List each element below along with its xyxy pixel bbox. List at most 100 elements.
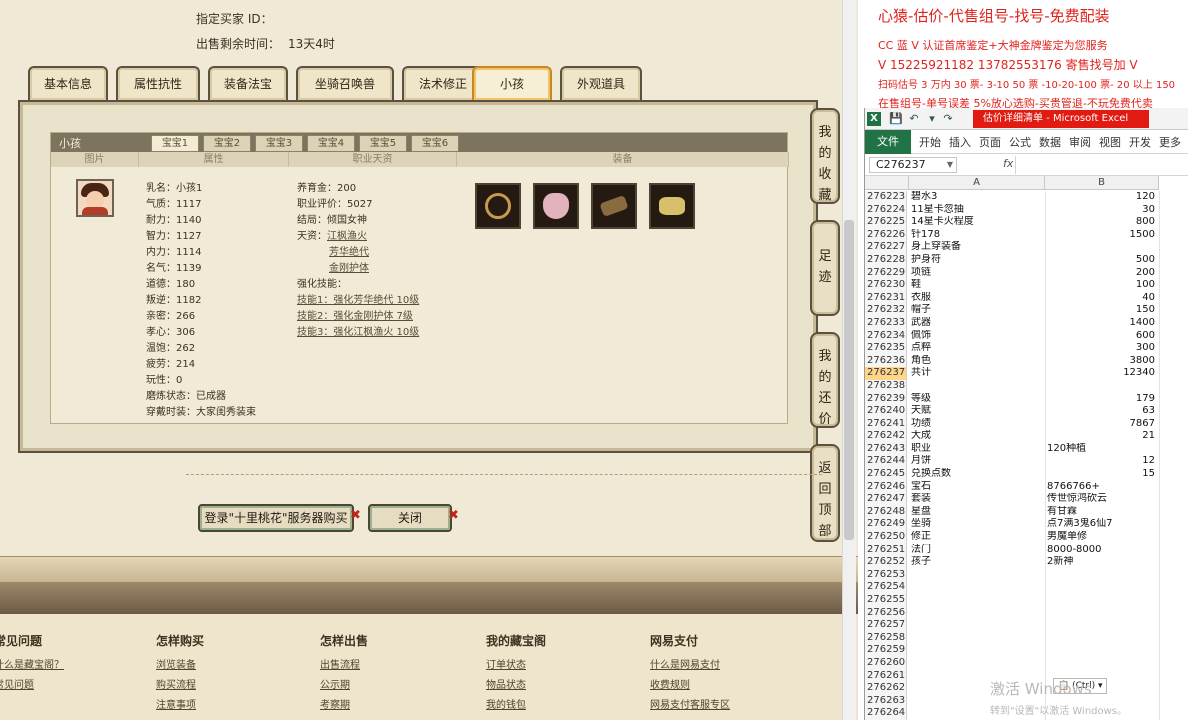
- footer-link[interactable]: 订单状态: [486, 656, 546, 676]
- page-scroll-thumb[interactable]: [844, 220, 854, 540]
- select-all-corner[interactable]: [865, 176, 909, 190]
- cell-b[interactable]: 传世惊鸿砍云: [1045, 493, 1157, 506]
- row-number[interactable]: 276235: [865, 342, 907, 355]
- cell-a[interactable]: 孩子: [909, 556, 1045, 569]
- footer-link[interactable]: 常见问题: [0, 676, 64, 696]
- my-counteroffer-button[interactable]: 我的还价: [810, 332, 840, 428]
- table-row[interactable]: 276260: [865, 656, 1188, 670]
- cell-a[interactable]: 针178: [909, 229, 1045, 242]
- footer-link[interactable]: 什么是网易支付: [650, 656, 730, 676]
- row-number[interactable]: 276260: [865, 656, 907, 670]
- column-header-a[interactable]: A: [909, 176, 1045, 190]
- name-box[interactable]: C276237 ▼: [869, 157, 957, 173]
- table-row[interactable]: 276244 月饼 12: [865, 455, 1188, 469]
- row-number[interactable]: 276226: [865, 228, 907, 242]
- row-number[interactable]: 276261: [865, 669, 907, 683]
- formula-input[interactable]: [1015, 156, 1187, 174]
- cell-b[interactable]: 12340: [1045, 367, 1157, 380]
- table-row[interactable]: 276258: [865, 631, 1188, 645]
- footer-link[interactable]: 注意事项: [156, 696, 204, 716]
- cell-a[interactable]: 修正: [909, 531, 1045, 544]
- cell-b[interactable]: 7867: [1045, 418, 1157, 431]
- table-row[interactable]: 276243 职业 120种植: [865, 442, 1188, 456]
- table-row[interactable]: 276234 佩饰 600: [865, 329, 1188, 343]
- cell-a[interactable]: 佩饰: [909, 330, 1045, 343]
- cell-a[interactable]: 角色: [909, 355, 1045, 368]
- footer-link[interactable]: 我的钱包: [486, 696, 546, 716]
- cell-a[interactable]: 功绩: [909, 418, 1045, 431]
- table-row[interactable]: 276231 衣服 40: [865, 291, 1188, 305]
- cell-b[interactable]: 120种植: [1045, 443, 1157, 456]
- cell-a[interactable]: 宝石: [909, 481, 1045, 494]
- table-row[interactable]: 276233 武器 1400: [865, 316, 1188, 330]
- cell-b[interactable]: 2新神: [1045, 556, 1157, 569]
- row-number[interactable]: 276249: [865, 518, 907, 532]
- cell-a[interactable]: 等级: [909, 393, 1045, 406]
- table-row[interactable]: 276252 孩子 2新神: [865, 556, 1188, 569]
- subtab-baby-4[interactable]: 宝宝4: [307, 135, 355, 152]
- cell-b[interactable]: 点7满3鬼6仙7: [1045, 518, 1157, 531]
- sheet-grid[interactable]: 276223 碧水3 120 276224 11星卡忽抽 30 276225 14星卡火程度 8…: [865, 191, 1188, 720]
- tab-basic-info[interactable]: 基本信息: [28, 66, 108, 100]
- cell-b[interactable]: 有甘霖: [1045, 506, 1157, 519]
- row-number[interactable]: 276236: [865, 354, 907, 368]
- tab-attributes[interactable]: 属性抗性: [116, 66, 200, 100]
- cell-a[interactable]: 星盘: [909, 506, 1045, 519]
- subtab-baby-6[interactable]: 宝宝6: [411, 135, 459, 152]
- footer-link[interactable]: 考察期: [320, 696, 368, 716]
- table-row[interactable]: 276225 14星卡火程度 800: [865, 216, 1188, 229]
- table-row[interactable]: 276224 11星卡忽抽 30: [865, 203, 1188, 217]
- talent-2-link[interactable]: 芳华绝代: [329, 247, 369, 258]
- table-row[interactable]: 276256: [865, 606, 1188, 620]
- cell-b[interactable]: 100: [1045, 279, 1157, 292]
- cell-b[interactable]: 30: [1045, 204, 1157, 217]
- row-number[interactable]: 276253: [865, 568, 907, 582]
- row-number[interactable]: 276252: [865, 556, 907, 569]
- ribbon-tab-review[interactable]: 审阅: [1069, 134, 1091, 150]
- table-row[interactable]: 276242 大成 21: [865, 430, 1188, 443]
- row-number[interactable]: 276233: [865, 316, 907, 330]
- row-number[interactable]: 276257: [865, 619, 907, 632]
- footer-link[interactable]: 网易支付客服专区: [650, 696, 730, 716]
- cell-b[interactable]: 12: [1045, 455, 1157, 468]
- cell-b[interactable]: 21: [1045, 430, 1157, 443]
- row-number[interactable]: 276262: [865, 682, 907, 695]
- cell-b[interactable]: 120: [1045, 191, 1157, 204]
- tab-appearance[interactable]: 外观道具: [560, 66, 642, 100]
- cell-b[interactable]: 男魔单修: [1045, 531, 1157, 544]
- cell-a[interactable]: 天赋: [909, 405, 1045, 418]
- row-number[interactable]: 276240: [865, 405, 907, 418]
- footer-link[interactable]: 物品状态: [486, 676, 546, 696]
- cell-a[interactable]: 护身符: [909, 254, 1045, 267]
- column-header-b[interactable]: B: [1045, 176, 1159, 190]
- row-number[interactable]: 276242: [865, 430, 907, 443]
- skill-1-link[interactable]: 技能1：强化芳华绝代 10级: [297, 295, 419, 306]
- row-number[interactable]: 276256: [865, 606, 907, 620]
- footer-link[interactable]: 什么是藏宝阁？: [0, 656, 64, 676]
- dropdown-icon[interactable]: ▾: [925, 112, 939, 126]
- ribbon-tab-layout[interactable]: 页面: [979, 134, 1001, 150]
- row-number[interactable]: 276241: [865, 417, 907, 431]
- cell-a[interactable]: 大成: [909, 430, 1045, 443]
- subtab-baby-1[interactable]: 宝宝1: [151, 135, 199, 152]
- row-number[interactable]: 276239: [865, 392, 907, 406]
- table-row[interactable]: 276232 帽子 150: [865, 304, 1188, 317]
- cell-b[interactable]: 300: [1045, 342, 1157, 355]
- close-button[interactable]: 关闭: [368, 504, 452, 532]
- row-number[interactable]: 276255: [865, 594, 907, 607]
- table-row[interactable]: 276259: [865, 644, 1188, 657]
- equip-slot-3[interactable]: [591, 183, 637, 229]
- cell-a[interactable]: 月饼: [909, 455, 1045, 468]
- cell-b[interactable]: 8000-8000: [1045, 544, 1157, 557]
- back-to-top-button[interactable]: 返回顶部: [810, 444, 840, 542]
- cell-b[interactable]: 150: [1045, 304, 1157, 317]
- row-number[interactable]: 276225: [865, 216, 907, 229]
- footer-link[interactable]: 出售流程: [320, 656, 368, 676]
- cell-b[interactable]: 63: [1045, 405, 1157, 418]
- table-row[interactable]: 276235 点粹 300: [865, 342, 1188, 355]
- table-row[interactable]: 276237 共计 12340: [865, 367, 1188, 380]
- row-number[interactable]: 276229: [865, 266, 907, 280]
- table-row[interactable]: 276229 项链 200: [865, 266, 1188, 280]
- row-number[interactable]: 276248: [865, 505, 907, 519]
- tab-mounts[interactable]: 坐骑召唤兽: [296, 66, 394, 100]
